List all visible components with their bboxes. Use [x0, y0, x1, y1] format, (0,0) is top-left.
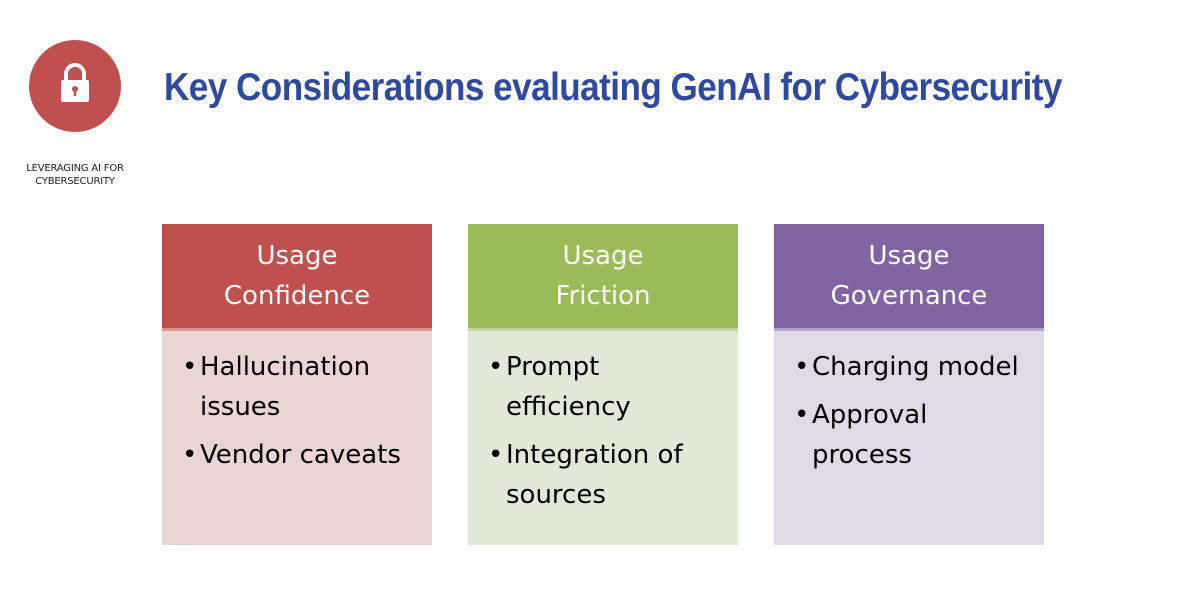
list-item: • Charging model	[794, 347, 1044, 387]
card-header-line1: Usage	[562, 241, 644, 271]
bullet-icon: •	[182, 352, 198, 382]
list-item-text: Integration of sources	[506, 440, 683, 510]
card-header-line1: Usage	[256, 241, 338, 271]
bullet-icon: •	[488, 352, 504, 382]
list-item: • Approval process	[794, 395, 1044, 475]
card-usage-friction: Usage Friction • Prompt efficiency • Integ…	[468, 224, 738, 545]
list-item-text: Charging model	[812, 352, 1019, 382]
card-header-line2: Governance	[830, 281, 988, 311]
card-header: Usage Confidence	[162, 224, 432, 328]
card-usage-confidence: Usage Confidence • Hallucination issues •…	[162, 224, 432, 545]
card-header: Usage Governance	[774, 224, 1044, 328]
card-body: • Charging model • Approval process	[774, 328, 1044, 545]
list-item-text: Hallucination issues	[200, 352, 371, 422]
list-item: • Hallucination issues	[182, 347, 432, 427]
list-item: • Vendor caveats	[182, 435, 432, 475]
page-title: Key Considerations evaluating GenAI for …	[164, 66, 1062, 109]
card-header-line1: Usage	[868, 241, 950, 271]
bullet-icon: •	[794, 352, 810, 382]
list-item-text: Prompt efficiency	[506, 352, 631, 422]
bullet-icon: •	[488, 440, 504, 470]
card-usage-governance: Usage Governance • Charging model • Approv…	[774, 224, 1044, 545]
logo-caption-line2: CYBERSECURITY	[35, 176, 115, 187]
logo-badge	[29, 40, 121, 132]
lock-icon	[61, 63, 89, 102]
card-header: Usage Friction	[468, 224, 738, 328]
bullet-icon: •	[182, 440, 198, 470]
list-item-text: Vendor caveats	[200, 440, 401, 470]
logo-caption-line1: LEVERAGING AI FOR	[26, 163, 124, 174]
card-body: • Hallucination issues • Vendor caveats	[162, 328, 432, 545]
list-item: • Prompt efficiency	[488, 347, 738, 427]
card-header-line2: Friction	[555, 281, 651, 311]
bullet-icon: •	[794, 400, 810, 430]
list-item: • Integration of sources	[488, 435, 738, 515]
list-item-text: Approval process	[812, 400, 928, 470]
logo-caption: LEVERAGING AI FOR CYBERSECURITY	[0, 162, 150, 188]
card-body: • Prompt efficiency • Integration of sourc…	[468, 328, 738, 545]
card-header-line2: Confidence	[223, 281, 371, 311]
